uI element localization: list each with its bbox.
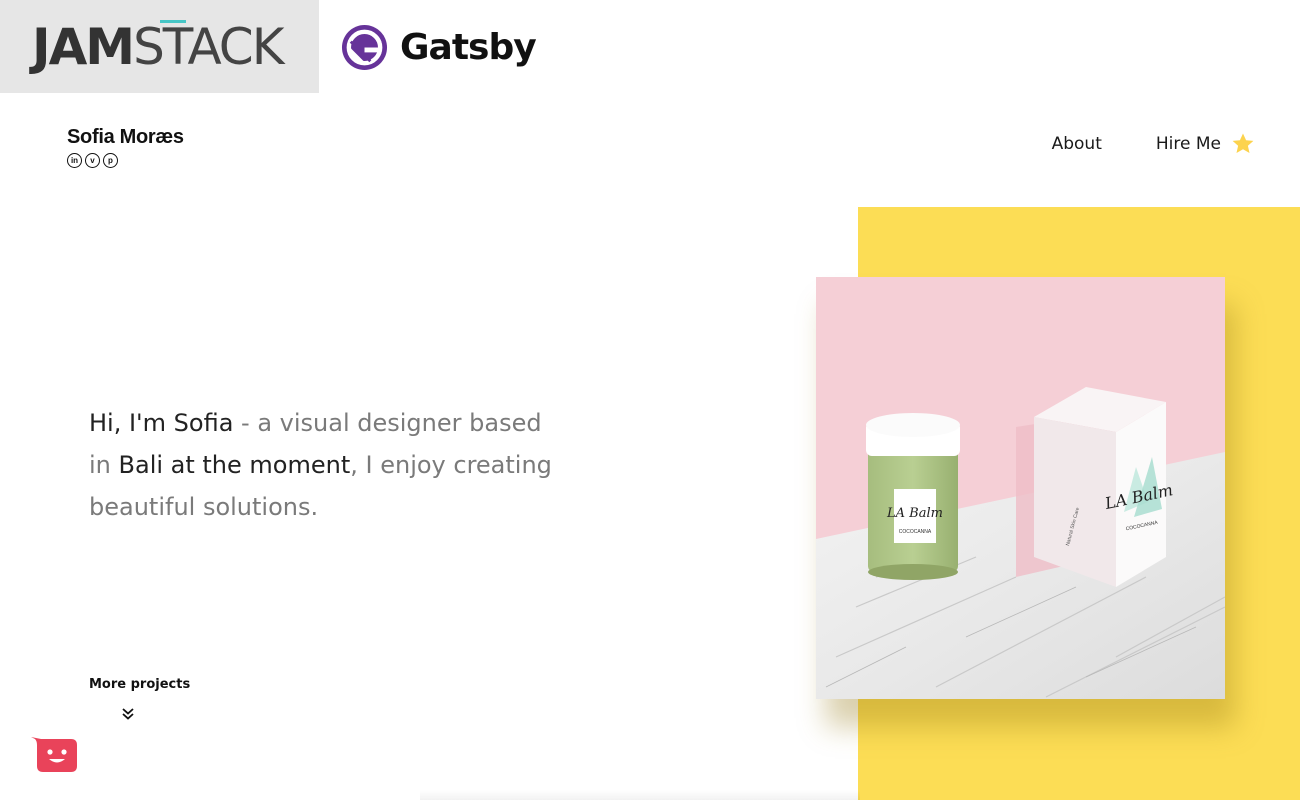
hero-location: Bali at the moment	[118, 451, 351, 479]
site-brand: Sofia Moræs in v p	[67, 126, 184, 168]
project-preview-image[interactable]: LA Balm COCOCANNA LA Balm COCOCANNA Natu…	[816, 277, 1225, 699]
gatsby-icon	[341, 24, 388, 70]
jar-label-brand: LA Balm	[886, 506, 943, 521]
jamstack-logo-light: STACK	[133, 17, 284, 76]
pinterest-icon[interactable]: p	[103, 153, 118, 168]
bottom-shadow	[420, 790, 860, 800]
jamstack-logo-bold: JAM	[32, 17, 135, 76]
jar-label-sub: COCOCANNA	[899, 529, 932, 535]
product-photo: LA Balm COCOCANNA LA Balm COCOCANNA Natu…	[816, 277, 1225, 699]
hero-greeting: Hi, I'm Sofia	[89, 409, 234, 437]
gatsby-wordmark: Gatsby	[400, 26, 537, 68]
nav-hire-me-label: Hire Me	[1155, 134, 1221, 154]
jamstack-logo: JAM STACK	[0, 0, 319, 93]
main-nav: About Hire Me	[1052, 132, 1255, 156]
chat-widget-icon[interactable]	[31, 735, 78, 773]
site-title[interactable]: Sofia Moræs	[67, 126, 184, 149]
social-links: in v p	[67, 153, 184, 168]
linkedin-icon[interactable]: in	[67, 153, 82, 168]
more-projects[interactable]: More projects	[89, 677, 191, 720]
star-icon	[1232, 133, 1254, 153]
gatsby-logo: Gatsby	[341, 22, 537, 72]
hero-intro: Hi, I'm Sofia - a visual designer based …	[89, 402, 559, 528]
double-chevron-down-icon[interactable]	[121, 707, 135, 721]
more-projects-label: More projects	[89, 677, 191, 692]
nav-about[interactable]: About	[1052, 134, 1102, 154]
vimeo-icon[interactable]: v	[85, 153, 100, 168]
nav-hire-me[interactable]: Hire Me	[1156, 132, 1255, 156]
